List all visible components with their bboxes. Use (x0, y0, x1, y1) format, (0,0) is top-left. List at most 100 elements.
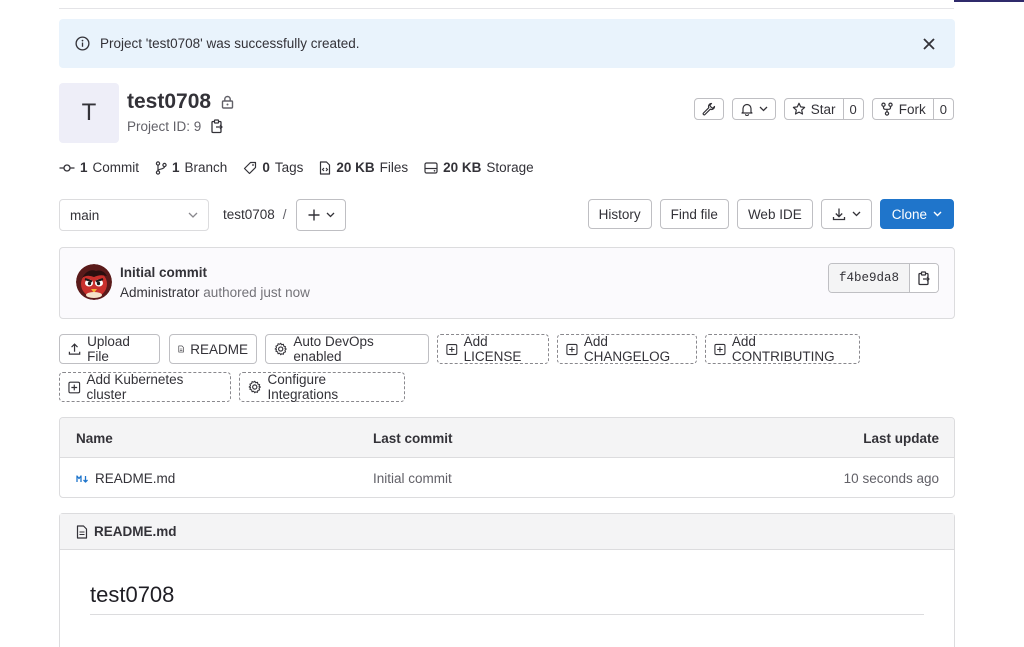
copy-icon (917, 270, 930, 285)
copy-icon[interactable] (211, 119, 224, 134)
project-avatar: T (59, 83, 119, 143)
readme-label: README (190, 341, 248, 357)
wrench-icon (702, 102, 715, 116)
table-row[interactable]: README.md Initial commit 10 seconds ago (60, 458, 954, 497)
commit-icon (59, 163, 75, 172)
files-stat[interactable]: 20 KB Files (319, 160, 408, 175)
breadcrumb-project[interactable]: test0708 (223, 207, 275, 222)
gear-icon (274, 342, 287, 356)
project-id-label: Project ID: 9 (127, 119, 202, 134)
commits-stat[interactable]: 1 Commit (59, 160, 139, 175)
bell-icon (741, 103, 753, 116)
readme-button[interactable]: README (169, 334, 257, 364)
repository-actions: History Find file Web IDE Clone (587, 199, 954, 229)
readme-filename[interactable]: README.md (94, 524, 177, 539)
add-kubernetes-button[interactable]: Add Kubernetes cluster (59, 372, 231, 402)
storage-label: Storage (486, 160, 534, 175)
add-changelog-label: Add CHANGELOG (583, 334, 671, 364)
project-stats: 1 Commit 1 Branch 0 Tags 20 KB Files 20 … (59, 160, 534, 175)
breadcrumb: test0708 / (223, 207, 287, 222)
commit-title[interactable]: Initial commit (120, 265, 207, 280)
readme-header: README.md (60, 514, 954, 550)
add-kubernetes-label: Add Kubernetes cluster (86, 372, 184, 402)
file-icon (178, 345, 184, 353)
storage-size: 20 KB (443, 160, 482, 175)
commit-meta: Administrator authored just now (120, 285, 310, 300)
upload-file-button[interactable]: Upload File (59, 334, 160, 364)
configure-integrations-button[interactable]: Configure Integrations (239, 372, 405, 402)
fork-button[interactable]: Fork 0 (871, 98, 954, 120)
avatar[interactable] (76, 264, 112, 300)
configure-integrations-label: Configure Integrations (267, 372, 339, 402)
disk-icon (424, 161, 438, 174)
star-count[interactable]: 0 (842, 99, 863, 119)
star-label: Star (810, 101, 836, 117)
file-code-icon (320, 160, 331, 175)
copy-sha-button[interactable] (910, 264, 938, 292)
chevron-down-icon (326, 212, 334, 218)
tag-icon (244, 161, 257, 174)
upload-file-label: Upload File (87, 334, 130, 364)
lock-icon (221, 95, 234, 109)
commit-time: authored just now (203, 285, 310, 300)
star-button[interactable]: Star 0 (783, 98, 864, 120)
top-divider (59, 8, 954, 9)
plus-square-icon (566, 343, 578, 355)
column-last-update: Last update (863, 431, 939, 446)
last-commit-panel: Initial commit Administrator authored ju… (59, 247, 955, 319)
add-dropdown[interactable] (296, 199, 346, 231)
file-commit-message[interactable]: Initial commit (373, 471, 452, 486)
download-icon (832, 208, 845, 221)
commits-label: Commit (92, 160, 140, 175)
readme-heading: test0708 (90, 582, 175, 607)
project-name[interactable]: test0708 (127, 90, 211, 114)
storage-stat[interactable]: 20 KB Storage (424, 160, 534, 175)
files-label: Files (379, 160, 409, 175)
close-icon[interactable] (919, 34, 939, 54)
heading-divider (90, 614, 924, 615)
add-contributing-label: Add CONTRIBUTING (731, 334, 835, 364)
find-file-button[interactable]: Find file (659, 199, 729, 229)
readme-panel: README.md test0708 (59, 513, 955, 647)
download-dropdown[interactable] (820, 199, 872, 229)
branches-count: 1 (172, 160, 180, 175)
fork-count[interactable]: 0 (932, 99, 953, 119)
file-name-cell[interactable]: README.md (76, 471, 175, 486)
project-actions: Star 0 Fork 0 (693, 98, 954, 120)
chevron-down-icon (852, 211, 861, 217)
branch-icon (155, 160, 167, 175)
branches-stat[interactable]: 1 Branch (155, 160, 227, 175)
commit-sha[interactable]: f4be9da8 (828, 264, 910, 292)
tags-label: Tags (274, 160, 304, 175)
chevron-down-icon (933, 211, 942, 217)
file-name: README.md (95, 471, 176, 486)
column-name: Name (76, 431, 113, 446)
files-size: 20 KB (336, 160, 375, 175)
plus-square-icon (68, 381, 81, 393)
branch-name: main (70, 207, 100, 223)
tags-stat[interactable]: 0 Tags (243, 160, 303, 175)
auto-devops-label: Auto DevOps enabled (293, 334, 374, 364)
commit-author[interactable]: Administrator (120, 285, 200, 300)
branches-label: Branch (184, 160, 228, 175)
auto-devops-button[interactable]: Auto DevOps enabled (265, 334, 429, 364)
fork-label: Fork (898, 101, 926, 117)
chevron-down-icon (759, 106, 768, 112)
column-last-commit: Last commit (373, 431, 453, 446)
breadcrumb-separator: / (282, 207, 287, 222)
web-ide-button[interactable]: Web IDE (736, 199, 813, 229)
table-header: Name Last commit Last update (60, 418, 954, 458)
alert-message: Project 'test0708' was successfully crea… (100, 36, 360, 51)
add-changelog-button[interactable]: Add CHANGELOG (557, 334, 697, 364)
tags-count: 0 (262, 160, 270, 175)
add-license-button[interactable]: Add LICENSE (437, 334, 549, 364)
notifications-dropdown[interactable] (731, 98, 776, 120)
plus-square-icon (446, 343, 458, 355)
branch-selector[interactable]: main (59, 199, 209, 231)
settings-button[interactable] (693, 98, 724, 120)
clone-label: Clone (891, 206, 927, 222)
add-contributing-button[interactable]: Add CONTRIBUTING (705, 334, 860, 364)
history-button[interactable]: History (587, 199, 652, 229)
top-bar-edge (954, 0, 1024, 2)
clone-dropdown[interactable]: Clone (879, 199, 954, 229)
